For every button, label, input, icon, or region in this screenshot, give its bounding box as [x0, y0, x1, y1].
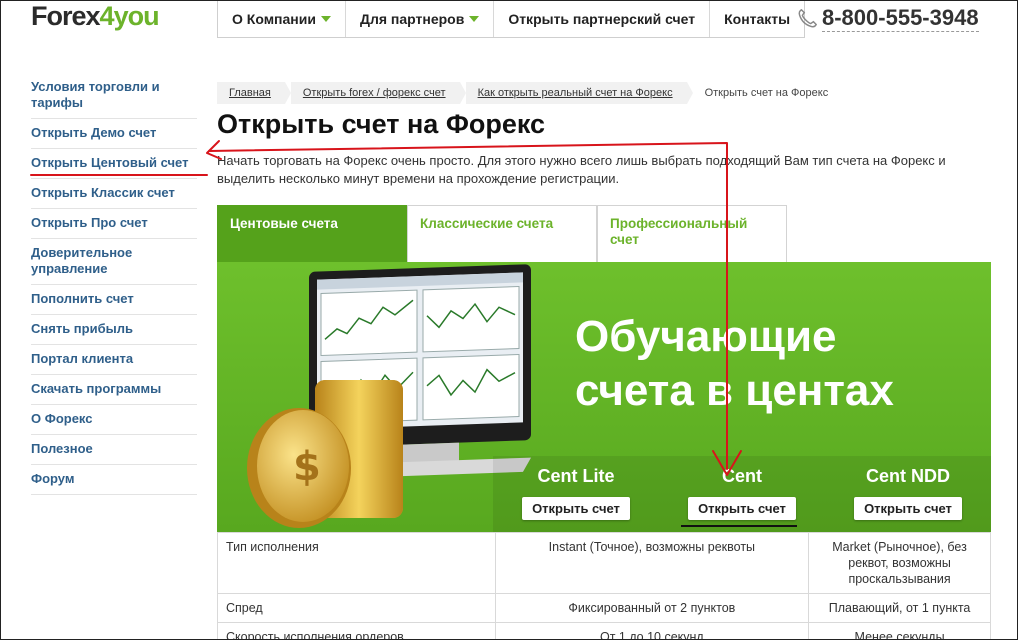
table-cell-label: Спред	[217, 593, 496, 623]
logo-text-you: you	[113, 1, 160, 31]
breadcrumb-item[interactable]: Открыть forex / форекс счет	[290, 82, 466, 104]
comparison-table: Тип исполнения Instant (Точное), возможн…	[217, 532, 991, 639]
top-nav: О Компании Для партнеров Открыть партнер…	[217, 1, 806, 38]
nav-item-label: О Компании	[232, 11, 316, 27]
account-tabs: Центовые счета Классические счета Профес…	[217, 205, 787, 263]
promo-banner: $ Обучающие счета в центах Cent Lite Отк…	[217, 262, 991, 532]
breadcrumb-link-home[interactable]: Главная	[229, 87, 271, 99]
sidebar-item-deposit[interactable]: Пополнить счет	[31, 285, 197, 315]
open-account-button-cent[interactable]: Открыть счет	[688, 497, 796, 520]
nav-item-label: Для партнеров	[359, 11, 465, 27]
phone-number: 8-800-555-3948	[822, 5, 979, 32]
sidebar-item-withdraw[interactable]: Снять прибыль	[31, 315, 197, 345]
table-cell: От 1 до 10 секунд	[494, 622, 810, 639]
banner-headline-line1: Обучающие	[575, 312, 837, 361]
plan-name: Cent	[722, 466, 762, 486]
gold-coins-illustration: $	[247, 380, 403, 528]
logo-text-forex: Forex	[31, 1, 101, 31]
chevron-down-icon	[469, 16, 480, 22]
table-cell: Плавающий, от 1 пункта	[808, 593, 991, 623]
sidebar-item-cent-account[interactable]: Открыть Центовый счет	[31, 149, 197, 179]
open-account-button-cent-lite[interactable]: Открыть счет	[522, 497, 630, 520]
sidebar-item-demo-account[interactable]: Открыть Демо счет	[31, 119, 197, 149]
logo[interactable]: Forex4you	[31, 1, 160, 32]
plan-cent-ndd: Cent NDD Открыть счет	[825, 456, 991, 532]
breadcrumb-item[interactable]: Как открыть реальный счет на Форекс	[465, 82, 693, 104]
sidebar: Условия торговли и тарифы Открыть Демо с…	[31, 73, 197, 495]
breadcrumb-item[interactable]: Главная	[217, 82, 291, 104]
breadcrumb-current: Открыть счет на Форекс	[693, 82, 843, 104]
table-cell: Фиксированный от 2 пунктов	[494, 593, 810, 623]
page-intro: Начать торговать на Форекс очень просто.…	[217, 153, 946, 186]
plan-cent-lite: Cent Lite Открыть счет	[493, 456, 659, 532]
breadcrumb-link-how-to-open[interactable]: Как открыть реальный счет на Форекс	[478, 87, 673, 99]
page-frame: Forex4you О Компании Для партнеров Откры…	[0, 0, 1018, 640]
sidebar-item-pro-account[interactable]: Открыть Про счет	[31, 209, 197, 239]
table-row: Тип исполнения Instant (Точное), возможн…	[217, 532, 991, 594]
phone-icon	[798, 8, 818, 27]
table-cell: Market (Рыночное), без реквот, возможны …	[808, 532, 991, 594]
chevron-down-icon	[320, 16, 331, 22]
table-cell: Менее секунды	[808, 622, 991, 639]
sidebar-item-client-portal[interactable]: Портал клиента	[31, 345, 197, 375]
phone-block[interactable]: 8-800-555-3948	[796, 5, 979, 32]
breadcrumb-current-label: Открыть счет на Форекс	[704, 87, 829, 99]
nav-item-partners[interactable]: Для партнеров	[346, 1, 495, 37]
table-cell-label: Тип исполнения	[217, 532, 496, 594]
sidebar-item-classic-account[interactable]: Открыть Классик счет	[31, 179, 197, 209]
sidebar-item-about-forex[interactable]: О Форекс	[31, 405, 197, 435]
nav-item-company[interactable]: О Компании	[218, 1, 346, 37]
svg-text:$: $	[293, 444, 321, 490]
nav-item-label: Контакты	[724, 11, 791, 27]
plan-name: Cent Lite	[537, 466, 615, 486]
sidebar-item-trading-conditions[interactable]: Условия торговли и тарифы	[31, 73, 197, 119]
sidebar-item-trust-management[interactable]: Доверительное управление	[31, 239, 197, 285]
banner-headline: Обучающие счета в центах	[575, 310, 894, 418]
plan-cent: Cent Открыть счет	[659, 456, 825, 532]
page-title: Открыть счет на Форекс	[217, 109, 546, 139]
table-cell: Instant (Точное), возможны реквоты	[494, 532, 810, 594]
nav-item-label: Открыть партнерский счет	[508, 11, 696, 27]
nav-item-partner-account[interactable]: Открыть партнерский счет	[494, 1, 711, 37]
breadcrumb: Главная Открыть forex / форекс счет Как …	[217, 82, 848, 104]
breadcrumb-link-open-account[interactable]: Открыть forex / форекс счет	[303, 87, 446, 99]
tab-classic-accounts[interactable]: Классические счета	[407, 205, 597, 263]
sidebar-item-useful[interactable]: Полезное	[31, 435, 197, 465]
plan-name: Cent NDD	[866, 466, 950, 486]
logo-text-4: 4	[99, 1, 115, 31]
table-row: Спред Фиксированный от 2 пунктов Плавающ…	[217, 593, 991, 623]
open-account-button-cent-ndd[interactable]: Открыть счет	[854, 497, 962, 520]
tab-cent-accounts[interactable]: Центовые счета	[217, 205, 407, 263]
sidebar-item-downloads[interactable]: Скачать программы	[31, 375, 197, 405]
sidebar-item-forum[interactable]: Форум	[31, 465, 197, 495]
table-cell-label: Скорость исполнения ордеров	[217, 622, 496, 639]
plans-row: Cent Lite Открыть счет Cent Открыть счет…	[493, 456, 991, 532]
table-row: Скорость исполнения ордеров От 1 до 10 с…	[217, 622, 991, 639]
nav-item-contacts[interactable]: Контакты	[710, 1, 804, 37]
tab-professional-account[interactable]: Профессиональный счет	[597, 205, 787, 263]
banner-headline-line2: счета в центах	[575, 366, 894, 415]
